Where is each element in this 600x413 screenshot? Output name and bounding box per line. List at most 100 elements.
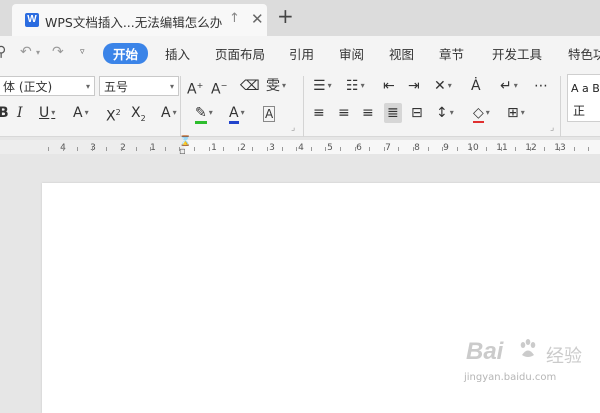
strikethrough-icon[interactable]: A ▾	[73, 103, 89, 123]
ruler-label: 11	[495, 143, 509, 153]
shading-icon[interactable]: ◇ ▾	[473, 103, 490, 123]
font-size-select[interactable]: 五号 ▾	[99, 76, 179, 96]
ruler-minor-tick	[428, 147, 429, 151]
ruler-minor-tick	[209, 147, 210, 151]
ruler-minor-tick	[165, 147, 166, 151]
decrease-font-icon[interactable]: A−	[211, 76, 227, 100]
style-sample: A a B	[571, 82, 600, 95]
show-markers-icon[interactable]: ⋯	[534, 76, 548, 96]
align-left-icon[interactable]: ≡	[313, 103, 325, 123]
bold-icon[interactable]: B	[0, 103, 9, 123]
highlight-color-icon[interactable]: ✎ ▾	[195, 103, 213, 124]
ruler-minor-tick	[106, 147, 107, 151]
ruler-label: 3	[86, 143, 100, 153]
ruler-minor-tick	[515, 147, 516, 151]
ruler-minor-tick	[413, 147, 414, 151]
line-spacing-icon[interactable]: ↕ ▾	[436, 103, 454, 123]
ruler-minor-tick	[530, 147, 531, 151]
ruler-minor-tick	[48, 147, 49, 151]
undo-dropdown-icon[interactable]: ▾	[36, 48, 40, 57]
menu-insert[interactable]: 插入	[165, 44, 190, 63]
ruler-minor-tick	[150, 147, 151, 151]
undo-icon[interactable]: ↶	[20, 44, 32, 60]
superscript-icon[interactable]: X2	[106, 103, 121, 127]
ruler-minor-tick	[384, 147, 385, 151]
document-tab[interactable]: W WPS文档插入...无法编辑怎么办 ↑ ✕	[12, 4, 267, 36]
watermark-url: jingyan.baidu.com	[464, 372, 557, 383]
ruler-minor-tick	[471, 147, 472, 151]
menu-review[interactable]: 审阅	[339, 44, 364, 63]
text-effect-icon[interactable]: A ▾	[161, 103, 177, 123]
close-tab-icon[interactable]: ✕	[251, 10, 264, 28]
font-dialog-launcher-icon[interactable]: ⌟	[291, 123, 295, 133]
align-right-icon[interactable]: ≡	[362, 103, 374, 123]
justify-icon[interactable]: ≣	[384, 103, 402, 123]
watermark-brand: Bai	[466, 338, 504, 365]
ruler-minor-tick	[77, 147, 78, 151]
toolbar-row-2: B I U ▾ A ▾ X2 X2 A ▾ ✎ ▾ A ▾ A ≡ ≡ ≡ ≣ ⊟ ↕ ▾ …	[0, 103, 600, 127]
customize-toolbar-icon[interactable]: ▿	[80, 47, 85, 57]
increase-indent-icon[interactable]: ⇥	[408, 76, 420, 96]
borders-icon[interactable]: ⊞ ▾	[507, 103, 525, 123]
italic-icon[interactable]: I	[17, 103, 23, 123]
ruler-minor-tick	[574, 147, 575, 151]
distributed-align-icon[interactable]: ⊟	[411, 103, 423, 123]
ruler-label: 12	[524, 143, 538, 153]
ruler-minor-tick	[398, 147, 399, 151]
font-name-select[interactable]: 体 (正文) ▾	[0, 76, 95, 96]
menu-view[interactable]: 视图	[389, 44, 414, 63]
ruler-minor-tick	[238, 147, 239, 151]
ruler-label: 13	[553, 143, 567, 153]
underline-icon[interactable]: U ▾	[39, 103, 55, 123]
menu-references[interactable]: 引用	[289, 44, 314, 63]
redo-icon[interactable]: ↷	[52, 44, 64, 60]
ruler-minor-tick	[92, 147, 93, 151]
ruler-label: 1	[150, 143, 156, 153]
menu-special-features[interactable]: 特色功	[568, 44, 600, 63]
ruler-minor-tick	[442, 147, 443, 151]
indent-marker-icon[interactable]: ⌛ ▫	[179, 137, 191, 157]
ruler-minor-tick	[369, 147, 370, 151]
wps-writer-icon: W	[25, 13, 39, 27]
ruler-minor-tick	[486, 147, 487, 151]
menu-developer[interactable]: 开发工具	[492, 44, 542, 63]
pin-icon[interactable]: ↑	[229, 11, 240, 26]
align-center-icon[interactable]: ≡	[338, 103, 350, 123]
character-border-icon[interactable]: A	[263, 106, 276, 122]
baidu-jingyan-watermark: Bai du 经验 jingyan.baidu.com	[448, 330, 598, 390]
line-break-icon[interactable]: ↵ ▾	[500, 76, 518, 96]
numbered-list-icon[interactable]: ☷ ▾	[346, 76, 365, 96]
ruler-label: 10	[467, 143, 479, 153]
text-format-icon[interactable]: Ȧ	[471, 76, 481, 96]
styles-gallery[interactable]: A a B 正	[567, 74, 600, 122]
ruler-minor-tick	[559, 147, 560, 151]
search-icon[interactable]: ⚲	[0, 44, 6, 60]
decrease-indent-icon[interactable]: ⇤	[383, 76, 395, 96]
subscript-icon[interactable]: X2	[131, 103, 146, 129]
new-tab-button[interactable]: +	[277, 5, 294, 27]
ruler-minor-tick	[325, 147, 326, 151]
paragraph-dialog-launcher-icon[interactable]: ⌟	[550, 123, 554, 133]
ruler-minor-tick	[136, 147, 137, 151]
font-color-icon[interactable]: A ▾	[229, 103, 245, 124]
ruler-minor-tick	[223, 147, 224, 151]
ruler-minor-tick	[252, 147, 253, 151]
ruler-minor-tick	[544, 147, 545, 151]
ruler-minor-tick	[311, 147, 312, 151]
horizontal-ruler[interactable]: 4 3 2 1 1 2 3 4 5 6 7 8 9 10 11 12 13 ⌛▫	[0, 137, 600, 159]
ribbon: ⚲ ↶ ▾ ↷ ▿ 开始 插入 页面布局 引用 审阅 视图 章节 开发工具 特色…	[0, 36, 600, 140]
pinyin-guide-icon[interactable]: 雯 ▾	[266, 76, 286, 96]
bullet-list-icon[interactable]: ☰ ▾	[313, 76, 332, 96]
menu-chapter[interactable]: 章节	[439, 44, 464, 63]
ruler-minor-tick	[267, 147, 268, 151]
eraser-icon[interactable]: ⌫	[240, 76, 260, 96]
text-direction-icon[interactable]: ✕ ▾	[434, 76, 452, 96]
increase-font-icon[interactable]: A+	[187, 76, 203, 100]
watermark-cn: 经验	[546, 346, 582, 367]
ruler-minor-tick	[355, 147, 356, 151]
separator	[180, 76, 181, 140]
menu-page-layout[interactable]: 页面布局	[215, 44, 265, 63]
ruler-minor-tick	[121, 147, 122, 151]
ruler-minor-tick	[501, 147, 502, 151]
menu-home[interactable]: 开始	[103, 43, 149, 64]
